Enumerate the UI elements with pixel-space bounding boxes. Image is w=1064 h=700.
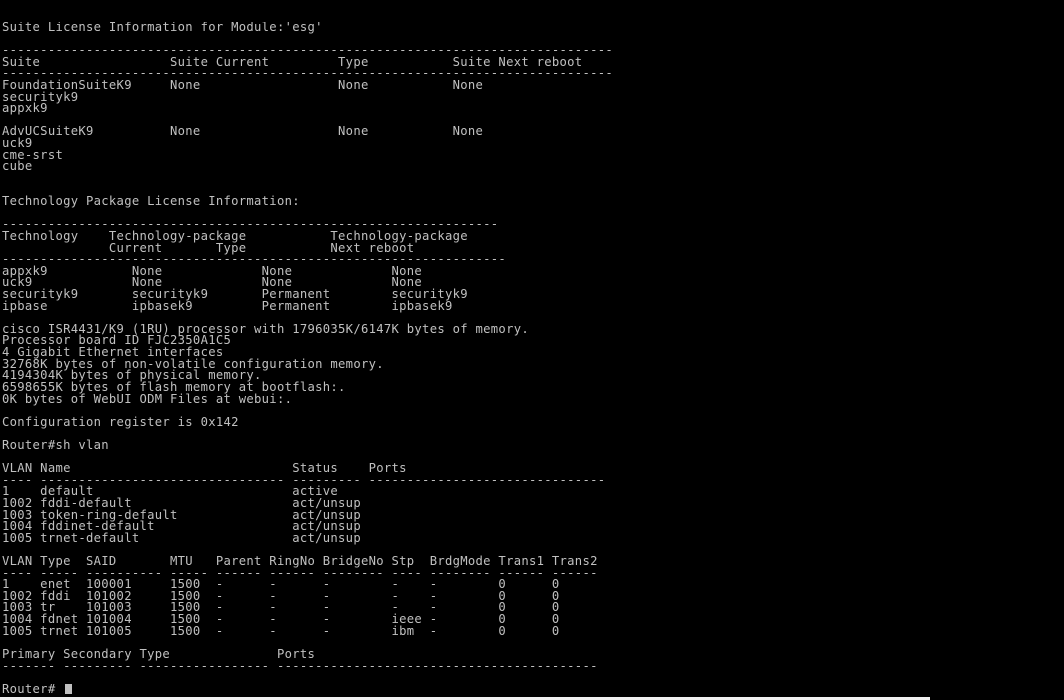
terminal-line: securityk9: [2, 89, 79, 104]
terminal-output[interactable]: Suite License Information for Module:'es…: [2, 22, 1062, 698]
terminal-line: Suite License Information for Module:'es…: [2, 22, 323, 34]
terminal-line: Technology Package License Information:: [2, 194, 300, 209]
terminal-line: 0K bytes of WebUI ODM Files at webui:.: [2, 391, 293, 406]
terminal-line: ipbase ipbasek9 Permanent ipbasek9: [2, 298, 453, 313]
terminal-line: uck9: [2, 136, 33, 151]
prompt-line[interactable]: Router#: [2, 681, 1062, 696]
text-cursor: [65, 683, 73, 694]
terminal-line: appxk9: [2, 101, 48, 116]
terminal-line: AdvUCSuiteK9 None None None: [2, 124, 484, 139]
terminal-line: cme-srst: [2, 147, 64, 162]
terminal-line: Configuration register is 0x142: [2, 414, 239, 429]
terminal-line: ------- --------- ----------------- ----…: [2, 658, 598, 673]
terminal-line: 1005 trnet-default act/unsup: [2, 530, 361, 545]
terminal-line: FoundationSuiteK9 None None None: [2, 78, 484, 93]
terminal-line: cube: [2, 159, 33, 174]
command-prompt: Router#: [2, 681, 64, 696]
terminal-line: Router#sh vlan: [2, 437, 109, 452]
terminal-line: 1005 trnet 101005 1500 - - - ibm - 0 0: [2, 623, 560, 638]
